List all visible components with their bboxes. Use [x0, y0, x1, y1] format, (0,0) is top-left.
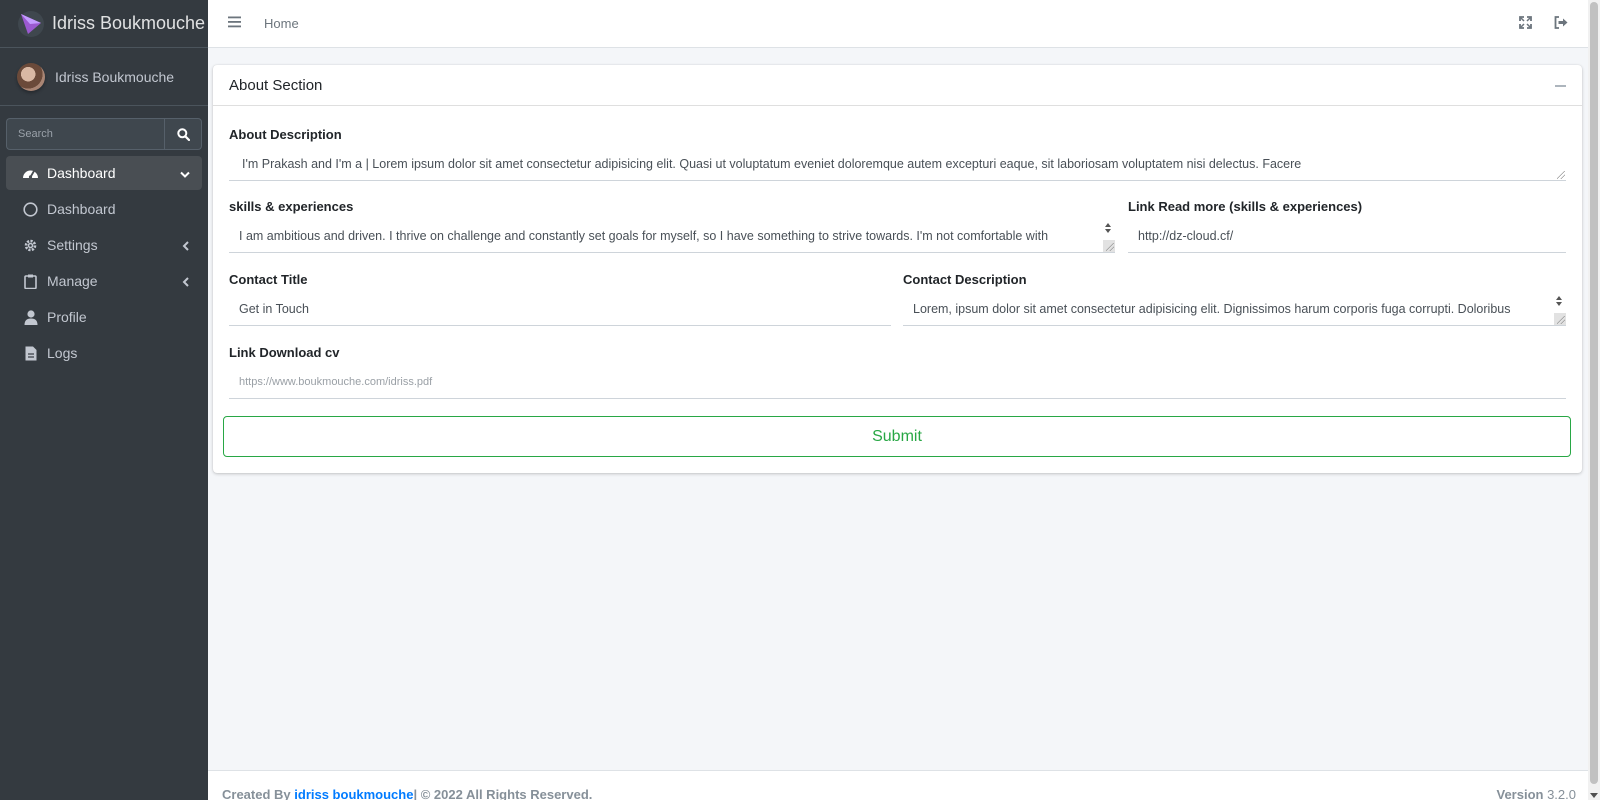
- collapse-minus-icon[interactable]: [1555, 85, 1566, 87]
- sidebar: Idriss Boukmouche Idriss Boukmouche Dash…: [0, 0, 208, 800]
- search-button[interactable]: [164, 118, 202, 150]
- brand-logo-icon: [18, 10, 44, 37]
- chevron-left-icon: [182, 274, 190, 290]
- link-read-more-input[interactable]: http://dz-cloud.cf/: [1128, 220, 1566, 253]
- footer-created-by: Created By: [222, 787, 291, 800]
- sidebar-item-settings[interactable]: Settings: [6, 228, 202, 262]
- link-download-cv-input[interactable]: https://www.boukmouche.com/idriss.pdf: [229, 366, 1566, 399]
- menu-toggle-button[interactable]: [228, 15, 242, 33]
- home-link[interactable]: Home: [264, 16, 299, 31]
- sidebar-item-label: Settings: [47, 237, 98, 253]
- about-description-textarea[interactable]: I'm Prakash and I'm a | Lorem ipsum dolo…: [229, 148, 1566, 181]
- chevron-down-icon: [180, 166, 190, 182]
- sidebar-item-profile[interactable]: Profile: [6, 300, 202, 334]
- contact-description-label: Contact Description: [903, 272, 1027, 287]
- sidebar-search: [6, 118, 202, 150]
- brand[interactable]: Idriss Boukmouche: [0, 0, 208, 48]
- sidebar-item-label: Manage: [47, 273, 98, 289]
- link-download-cv-placeholder: https://www.boukmouche.com/idriss.pdf: [239, 376, 433, 388]
- hamburger-icon: [228, 16, 241, 27]
- topbar: Home: [208, 0, 1588, 48]
- footer-version: Version 3.2.0: [1496, 787, 1576, 800]
- contact-title-input[interactable]: Get in Touch: [229, 293, 891, 326]
- search-input[interactable]: [6, 118, 164, 150]
- file-icon: [22, 345, 39, 362]
- search-icon: [176, 127, 190, 141]
- sidebar-item-label: Dashboard: [47, 201, 116, 217]
- sidebar-nav: Dashboard Dashboard Settings Manage Prof…: [0, 156, 208, 370]
- about-section-card: About Section About Description I'm Prak…: [213, 65, 1582, 473]
- resize-grip-icon[interactable]: [1554, 313, 1566, 325]
- clipboard-icon: [22, 273, 39, 290]
- brand-name: Idriss Boukmouche: [52, 13, 206, 33]
- textarea-scroll-arrows-icon[interactable]: [1103, 223, 1113, 233]
- tachometer-icon: [22, 165, 39, 182]
- card-header: About Section: [213, 65, 1582, 106]
- version-number: 3.2.0: [1547, 787, 1576, 800]
- resize-grip-icon[interactable]: [1103, 240, 1115, 252]
- page-scrollbar[interactable]: [1588, 0, 1600, 800]
- card-title: About Section: [229, 76, 323, 94]
- user-icon: [22, 309, 39, 326]
- textarea-scroll-arrows-icon[interactable]: [1554, 296, 1564, 306]
- sidebar-item-dashboard-parent[interactable]: Dashboard: [6, 156, 202, 190]
- resize-grip-icon[interactable]: [1557, 171, 1565, 179]
- skills-value: I am ambitious and driven. I thrive on c…: [239, 229, 1049, 243]
- user-name[interactable]: Idriss Boukmouche: [55, 69, 174, 85]
- sidebar-item-dashboard[interactable]: Dashboard: [6, 192, 202, 226]
- link-download-cv-label: Link Download cv: [229, 345, 340, 360]
- gear-icon: [22, 237, 39, 254]
- contact-description-textarea[interactable]: Lorem, ipsum dolor sit amet consectetur …: [903, 293, 1566, 326]
- footer-rights: | © 2022 All Rights Reserved.: [413, 787, 593, 800]
- topbar-actions: [1519, 16, 1568, 34]
- skills-label: skills & experiences: [229, 199, 354, 214]
- circle-icon: [22, 201, 39, 218]
- about-description-label: About Description: [229, 127, 342, 142]
- version-label: Version: [1496, 787, 1544, 800]
- avatar: [17, 62, 45, 91]
- about-description-value: I'm Prakash and I'm a | Lorem ipsum dolo…: [242, 157, 1302, 171]
- submit-button[interactable]: Submit: [223, 416, 1571, 457]
- link-read-more-value: http://dz-cloud.cf/: [1138, 229, 1234, 243]
- sidebar-item-label: Profile: [47, 309, 87, 325]
- skills-textarea[interactable]: I am ambitious and driven. I thrive on c…: [229, 220, 1115, 253]
- sidebar-item-label: Logs: [47, 345, 78, 361]
- contact-title-label: Contact Title: [229, 272, 308, 287]
- footer: Created By idriss boukmouche| © 2022 All…: [208, 770, 1588, 800]
- logout-button[interactable]: [1554, 16, 1568, 34]
- fullscreen-button[interactable]: [1519, 16, 1532, 34]
- user-panel[interactable]: Idriss Boukmouche: [0, 48, 208, 106]
- author-link[interactable]: idriss boukmouche: [294, 787, 413, 800]
- chevron-left-icon: [182, 238, 190, 254]
- contact-title-value: Get in Touch: [239, 302, 309, 316]
- expand-icon: [1519, 16, 1532, 29]
- sidebar-item-label: Dashboard: [47, 165, 116, 181]
- footer-credits: Created By idriss boukmouche| © 2022 All…: [222, 787, 592, 800]
- link-read-more-label: Link Read more (skills & experiences): [1128, 199, 1363, 214]
- scrollbar-thumb[interactable]: [1590, 2, 1598, 784]
- sign-out-icon: [1554, 16, 1568, 29]
- sidebar-item-manage[interactable]: Manage: [6, 264, 202, 298]
- scroll-down-arrow-icon[interactable]: [1590, 793, 1598, 798]
- contact-description-value: Lorem, ipsum dolor sit amet consectetur …: [913, 302, 1511, 316]
- sidebar-item-logs[interactable]: Logs: [6, 336, 202, 370]
